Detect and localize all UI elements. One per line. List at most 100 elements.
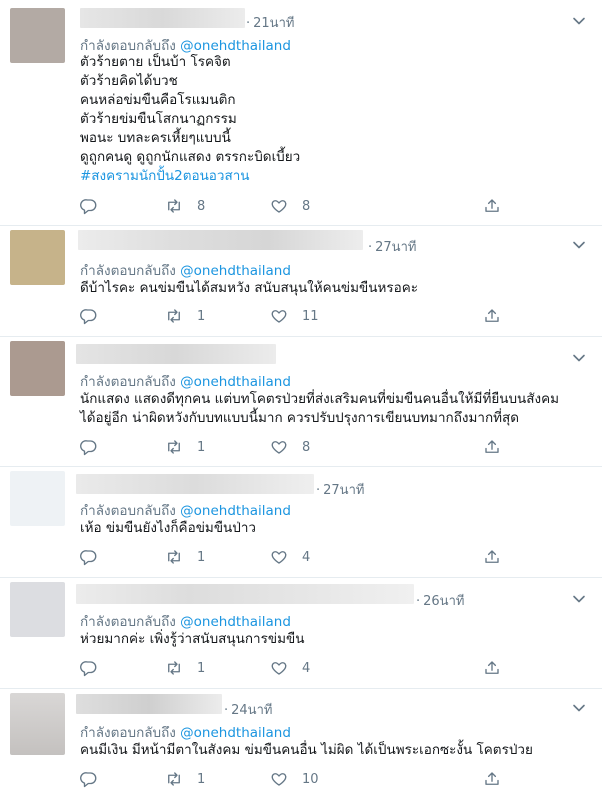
- retweet-icon: [168, 550, 180, 564]
- tweet-1[interactable]: · 21นาที กำลังตอบกลับถึง @onehdthailand ต…: [0, 0, 602, 226]
- like-button[interactable]: 8: [270, 196, 310, 216]
- share-icon: [485, 199, 499, 212]
- tweet-actions: 8 8: [80, 196, 510, 216]
- replying-to: กำลังตอบกลับถึง @onehdthailand: [80, 614, 291, 630]
- retweet-icon: [168, 440, 180, 454]
- chevron-down-icon[interactable]: [572, 592, 586, 606]
- share-icon: [485, 661, 499, 674]
- like-button[interactable]: 4: [270, 547, 310, 567]
- tweet-5[interactable]: · 26นาที กำลังตอบกลับถึง @onehdthailand ห…: [0, 578, 602, 689]
- heart-icon: [271, 773, 287, 786]
- reply-icon: [80, 199, 97, 215]
- tweet-time[interactable]: · 24นาที: [224, 699, 272, 720]
- avatar[interactable]: [10, 230, 65, 285]
- reply-icon: [80, 772, 97, 788]
- avatar[interactable]: [10, 582, 65, 637]
- tweet-actions: 1 4: [80, 658, 510, 678]
- chevron-down-icon[interactable]: [572, 238, 586, 252]
- reply-button[interactable]: [80, 547, 98, 567]
- tweet-line: คนหล่อข่มขืนคือโรแมนติก: [80, 92, 236, 108]
- share-button[interactable]: [483, 437, 501, 457]
- tweet-text: คนมีเงิน มีหน้ามีตาในสังคม ข่มขืนคนอื่น …: [80, 741, 595, 760]
- share-button[interactable]: [483, 196, 501, 216]
- avatar[interactable]: [10, 341, 65, 396]
- reply-button[interactable]: [80, 769, 98, 789]
- tweet-actions: 1 10: [80, 769, 510, 789]
- tweet-time[interactable]: · 27นาที: [316, 479, 364, 500]
- tweet-actions: 1 11: [80, 306, 510, 326]
- share-button[interactable]: [483, 658, 501, 678]
- retweet-button[interactable]: 1: [165, 658, 205, 678]
- retweet-count: 1: [197, 439, 206, 455]
- tweet-line: คนมีเงิน มีหน้ามีตาในสังคม ข่มขืนคนอื่น …: [80, 742, 533, 758]
- reply-icon: [80, 550, 97, 566]
- tweet-actions: 1 8: [80, 437, 510, 457]
- chevron-down-icon[interactable]: [572, 351, 586, 365]
- hashtag-link[interactable]: #สงครามนักปั้น2ตอนอวสาน: [80, 167, 595, 186]
- retweet-button[interactable]: 8: [165, 196, 205, 216]
- tweet-line: ดูถูกคนดู ดูถูกนักแสดง ตรรกะบิดเบี้ยว: [80, 149, 301, 165]
- replying-to: กำลังตอบกลับถึง @onehdthailand: [80, 374, 291, 390]
- reply-icon: [80, 440, 97, 456]
- like-button[interactable]: 8: [270, 437, 310, 457]
- reply-icon: [80, 309, 97, 325]
- tweet-line: พอนะ บทละครเหี้ยๆแบบนี้: [80, 130, 231, 146]
- tweet-4[interactable]: · 27นาที กำลังตอบกลับถึง @onehdthailand เ…: [0, 467, 602, 578]
- retweet-button[interactable]: 1: [165, 769, 205, 789]
- retweet-count: 8: [197, 198, 206, 214]
- tweet-line: ตัวร้ายตาย เป็นบ้า โรคจิต: [80, 54, 231, 70]
- mention-link[interactable]: @onehdthailand: [180, 263, 291, 279]
- tweet-time[interactable]: · 26นาที: [416, 590, 464, 611]
- avatar[interactable]: [10, 8, 65, 63]
- tweet-text: นักแสดง แสดงดีทุกคน แต่บทโคตรป่วยที่ส่งเ…: [80, 390, 595, 428]
- tweet-6[interactable]: · 24นาที กำลังตอบกลับถึง @onehdthailand ค…: [0, 689, 602, 807]
- like-count: 4: [302, 660, 311, 676]
- retweet-button[interactable]: 1: [165, 437, 205, 457]
- tweet-line: เห้อ ข่มขืนยังไงก็คือข่มขืนป่าว: [80, 520, 257, 536]
- retweet-count: 1: [197, 660, 206, 676]
- tweet-line: ได้อยู่อีก น่าผิดหวังกับบทแบบนี้มาก ควรป…: [80, 410, 520, 426]
- replying-to: กำลังตอบกลับถึง @onehdthailand: [80, 725, 291, 741]
- tweet-line: นักแสดง แสดงดีทุกคน แต่บทโคตรป่วยที่ส่งเ…: [80, 391, 560, 407]
- tweet-text: เห้อ ข่มขืนยังไงก็คือข่มขืนป่าว: [80, 519, 595, 538]
- share-button[interactable]: [483, 547, 501, 567]
- tweet-text: ตัวร้ายตาย เป็นบ้า โรคจิต ตัวร้ายคิดได้บ…: [80, 53, 595, 186]
- like-button[interactable]: 4: [270, 658, 310, 678]
- mention-link[interactable]: @onehdthailand: [180, 374, 291, 390]
- replying-to: กำลังตอบกลับถึง @onehdthailand: [80, 263, 291, 279]
- mention-link[interactable]: @onehdthailand: [180, 725, 291, 741]
- reply-button[interactable]: [80, 437, 98, 457]
- like-button[interactable]: 10: [270, 769, 319, 789]
- tweet-line: ตัวร้ายคิดได้บวช: [80, 73, 178, 89]
- heart-icon: [271, 662, 287, 675]
- tweet-2[interactable]: · 27นาที กำลังตอบกลับถึง @onehdthailand ด…: [0, 226, 602, 337]
- mention-link[interactable]: @onehdthailand: [180, 614, 291, 630]
- like-count: 10: [302, 771, 319, 787]
- retweet-button[interactable]: 1: [165, 547, 205, 567]
- reply-button[interactable]: [80, 306, 98, 326]
- like-count: 8: [302, 439, 311, 455]
- retweet-count: 1: [197, 771, 206, 787]
- tweet-time[interactable]: · 21นาที: [246, 12, 294, 33]
- share-icon: [485, 550, 499, 563]
- tweet-time[interactable]: · 27นาที: [368, 236, 416, 257]
- chevron-down-icon[interactable]: [572, 701, 586, 715]
- tweet-3[interactable]: กำลังตอบกลับถึง @onehdthailand นักแสดง แ…: [0, 337, 602, 467]
- share-button[interactable]: [483, 306, 501, 326]
- share-button[interactable]: [483, 769, 501, 789]
- retweet-icon: [168, 199, 180, 213]
- retweet-count: 1: [197, 308, 206, 324]
- tweet-text: ห่วยมากค่ะ เพิ่งรู้ว่าสนับสนุนการข่มขืน: [80, 630, 595, 649]
- share-icon: [485, 440, 499, 453]
- mention-link[interactable]: @onehdthailand: [180, 38, 291, 54]
- author-name-redacted: [76, 584, 414, 604]
- tweet-line: ดีบ้าไรคะ คนข่มขืนได้สมหวัง สนับสนุนให้ค…: [80, 280, 419, 296]
- avatar[interactable]: [10, 471, 65, 526]
- chevron-down-icon[interactable]: [572, 14, 586, 28]
- retweet-button[interactable]: 1: [165, 306, 205, 326]
- reply-button[interactable]: [80, 658, 98, 678]
- mention-link[interactable]: @onehdthailand: [180, 503, 291, 519]
- reply-button[interactable]: [80, 196, 98, 216]
- like-button[interactable]: 11: [270, 306, 319, 326]
- avatar[interactable]: [10, 693, 65, 755]
